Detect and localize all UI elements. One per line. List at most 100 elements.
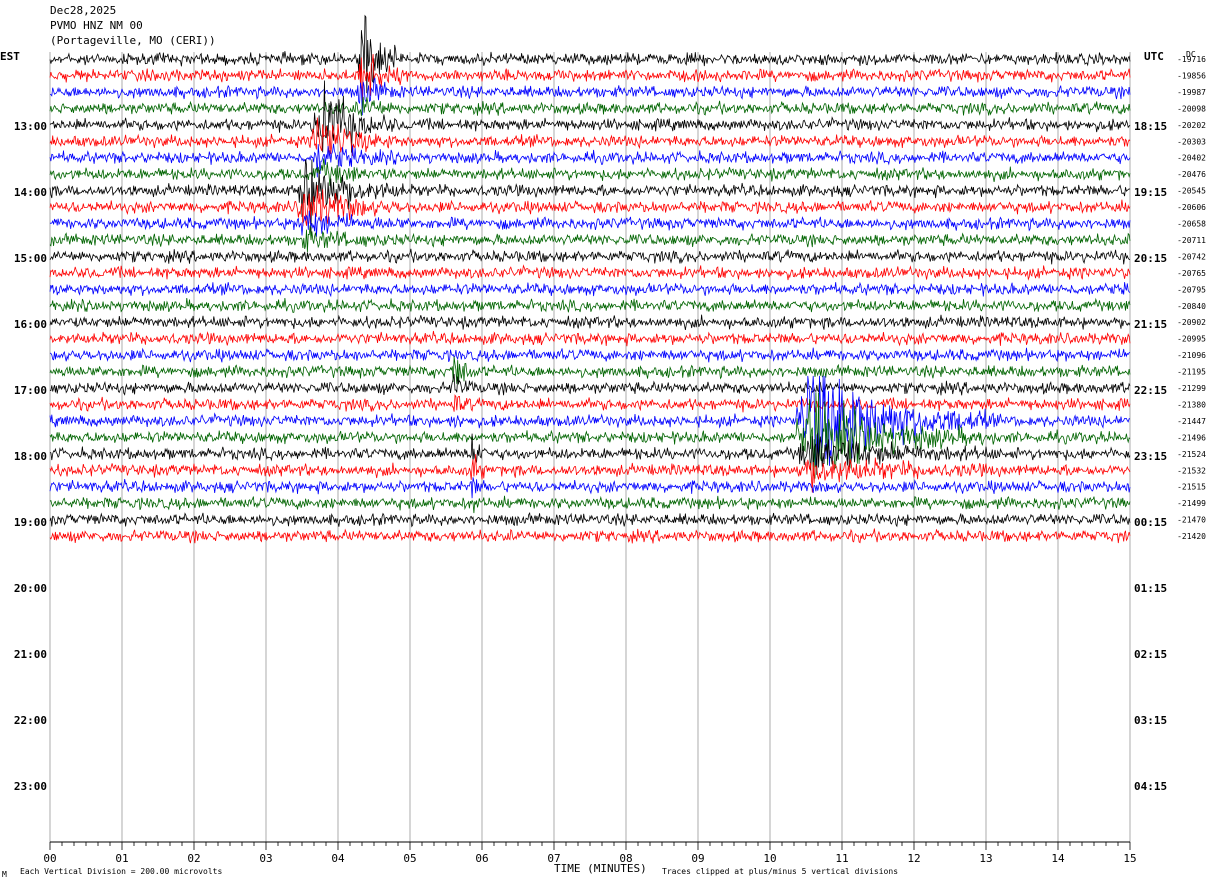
left-hour-label: 13:00 xyxy=(14,120,47,133)
dc-offset-label: -19987 xyxy=(1177,88,1206,97)
corner-mark: M xyxy=(2,870,7,879)
x-tick-label: 15 xyxy=(1123,852,1136,865)
x-tick-label: 02 xyxy=(187,852,200,865)
dc-offset-label: -20995 xyxy=(1177,335,1206,344)
trace-line xyxy=(49,495,1131,514)
trace-line xyxy=(49,225,1131,253)
left-hour-label: 17:00 xyxy=(14,384,47,397)
dc-offset-label: -21447 xyxy=(1177,417,1206,426)
right-hour-label: 19:15 xyxy=(1134,186,1167,199)
dc-offset-label: -21420 xyxy=(1177,532,1206,541)
dc-offset-label: -21195 xyxy=(1177,368,1206,377)
trace-line xyxy=(49,264,1131,281)
dc-offset-label: -21470 xyxy=(1177,516,1206,525)
left-hour-label: 19:00 xyxy=(14,516,47,529)
trace-line xyxy=(49,356,1131,385)
helicorder-plot: 00 01 02 03 04 05 06 07 08 09 10 11 12 13 14 15 13:0014… xyxy=(14,14,1206,865)
dc-offset-label: -20840 xyxy=(1177,302,1206,311)
station-code: PVMO HNZ NM 00 xyxy=(50,19,143,32)
x-tick-label: 10 xyxy=(763,852,776,865)
trace-line xyxy=(49,330,1131,347)
trace-line xyxy=(49,14,1131,94)
trace-line xyxy=(49,373,1131,396)
trace-line xyxy=(49,158,1131,187)
left-hour-label: 21:00 xyxy=(14,648,47,661)
left-hour-label: 23:00 xyxy=(14,780,47,793)
dc-offset-label: -20765 xyxy=(1177,269,1206,278)
trace-line xyxy=(49,528,1131,544)
left-hour-label: 16:00 xyxy=(14,318,47,331)
trace-line xyxy=(49,210,1131,237)
left-hour-label: 15:00 xyxy=(14,252,47,265)
x-tick-label: 06 xyxy=(475,852,488,865)
x-tick-label: 00 xyxy=(43,852,56,865)
dc-offset-label: -20658 xyxy=(1177,220,1206,229)
right-hour-label: 00:15 xyxy=(1134,516,1167,529)
x-tick-label: 13 xyxy=(979,852,992,865)
dc-offset-label: -20902 xyxy=(1177,318,1206,327)
right-hour-labels: 18:15 19:15 20:15 21:15 22:15 23:15 00:15 01:15… xyxy=(1134,120,1167,793)
right-hour-label: 03:15 xyxy=(1134,714,1167,727)
right-hour-label: 23:15 xyxy=(1134,450,1167,463)
vertical-grid-lines xyxy=(49,52,1131,842)
right-hour-label: 01:15 xyxy=(1134,582,1167,595)
dc-offset-label: -20476 xyxy=(1177,170,1206,179)
dc-offset-label: -20545 xyxy=(1177,187,1206,196)
right-hour-label: 02:15 xyxy=(1134,648,1167,661)
dc-offset-label: -20098 xyxy=(1177,104,1206,113)
x-tick-label: 03 xyxy=(259,852,272,865)
dc-offset-labels: -19716-19856-19987-20098-20202-20303-204… xyxy=(1177,55,1206,541)
right-hour-label: 18:15 xyxy=(1134,120,1167,133)
right-hour-label: 22:15 xyxy=(1134,384,1167,397)
left-timezone: EST xyxy=(0,50,20,63)
dc-offset-label: -20202 xyxy=(1177,121,1206,130)
dc-offset-label: -19856 xyxy=(1177,71,1206,80)
dc-offset-label: -21499 xyxy=(1177,499,1206,508)
trace-line xyxy=(49,454,1131,493)
seismic-traces xyxy=(49,14,1131,544)
right-hour-label: 20:15 xyxy=(1134,252,1167,265)
dc-offset-label: -20711 xyxy=(1177,236,1206,245)
dc-offset-label: -20402 xyxy=(1177,154,1206,163)
x-tick-label: 05 xyxy=(403,852,416,865)
right-hour-label: 04:15 xyxy=(1134,780,1167,793)
right-hour-label: 21:15 xyxy=(1134,318,1167,331)
dc-offset-label: -21096 xyxy=(1177,351,1206,360)
x-tick-label: 01 xyxy=(115,852,128,865)
x-tick-label: 12 xyxy=(907,852,920,865)
trace-line xyxy=(49,281,1131,298)
trace-line xyxy=(49,511,1131,528)
dc-offset-label: -21380 xyxy=(1177,400,1206,409)
dc-offset-label: -21532 xyxy=(1177,466,1206,475)
dc-label: DC xyxy=(1186,50,1196,59)
dc-offset-label: -20795 xyxy=(1177,285,1206,294)
dc-offset-label: -20742 xyxy=(1177,252,1206,261)
trace-line xyxy=(49,96,1131,117)
dc-offset-label: -21299 xyxy=(1177,384,1206,393)
x-tick-label: 14 xyxy=(1051,852,1065,865)
trace-line xyxy=(49,394,1131,413)
dc-offset-label: -20606 xyxy=(1177,203,1206,212)
left-hour-label: 18:00 xyxy=(14,450,47,463)
station-location: (Portageville, MO (CERI)) xyxy=(50,34,216,47)
dc-offset-label: -21524 xyxy=(1177,450,1206,459)
left-hour-label: 22:00 xyxy=(14,714,47,727)
dc-offset-label: -21496 xyxy=(1177,433,1206,442)
trace-line xyxy=(49,314,1131,330)
trace-line xyxy=(49,248,1131,265)
x-tick-label: 09 xyxy=(691,852,704,865)
trace-line xyxy=(49,297,1131,314)
x-tick-label: 11 xyxy=(835,852,848,865)
left-hour-label: 20:00 xyxy=(14,582,47,595)
trace-line xyxy=(49,347,1131,363)
dc-offset-label: -20303 xyxy=(1177,137,1206,146)
dc-offset-label: -21515 xyxy=(1177,483,1206,492)
left-hour-labels: 13:00 14:00 15:00 16:00 17:00 18:00 19:00 20:00… xyxy=(14,120,47,793)
trace-line xyxy=(49,477,1131,499)
x-tick-label: 04 xyxy=(331,852,345,865)
right-timezone: UTC xyxy=(1144,50,1164,63)
scale-note: Each Vertical Division = 200.00 microvol… xyxy=(20,867,223,876)
x-axis-title: TIME (MINUTES) xyxy=(554,862,647,875)
plot-date: Dec28,2025 xyxy=(50,4,117,17)
left-hour-label: 14:00 xyxy=(14,186,47,199)
